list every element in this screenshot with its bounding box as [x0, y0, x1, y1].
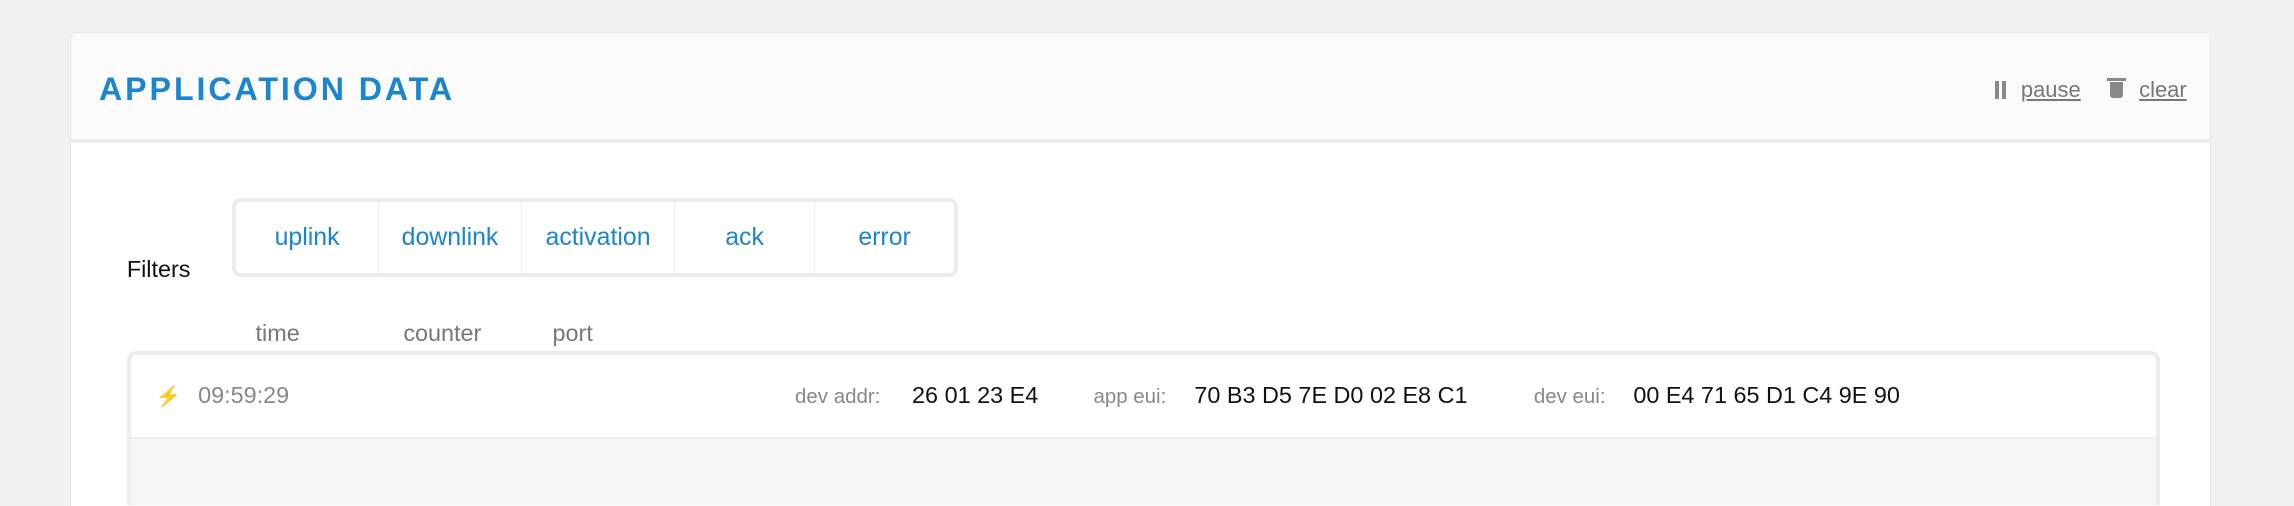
dev-addr-value: 26 01 23 E4 [912, 382, 1039, 409]
messages-list: ⚡ 09:59:29 dev addr: 26 01 23 E4 app eui… [126, 350, 2160, 506]
header-actions: pause clear [1995, 77, 2187, 103]
panel-header: APPLICATION DATA pause clear [71, 33, 2211, 143]
dev-eui-value: 00 E4 71 65 D1 C4 9E 90 [1633, 382, 1900, 409]
filters-label: Filters [126, 255, 191, 282]
message-time: 09:59:29 [198, 382, 290, 409]
column-header-time: time [255, 319, 300, 346]
filter-uplink[interactable]: uplink [236, 202, 380, 273]
filter-error[interactable]: error [815, 202, 954, 272]
column-header-counter: counter [403, 319, 482, 346]
panel-title: APPLICATION DATA [99, 71, 456, 108]
app-eui-value: 70 B3 D5 7E D0 02 E8 C1 [1194, 382, 1468, 409]
bolt-icon: ⚡ [155, 384, 182, 408]
pause-button[interactable]: pause [2021, 77, 2081, 103]
dev-eui-label: dev eui: [1533, 385, 1606, 409]
application-data-panel: APPLICATION DATA pause clear Filters upl… [70, 32, 2212, 506]
filter-activation[interactable]: activation [522, 202, 676, 273]
filter-group: uplink downlink activation ack error [232, 198, 959, 277]
filter-downlink[interactable]: downlink [379, 202, 522, 273]
page: APPLICATION DATA pause clear Filters upl… [0, 0, 2294, 506]
filter-ack[interactable]: ack [675, 202, 816, 273]
app-eui-label: app eui: [1093, 385, 1167, 409]
column-header-port: port [552, 319, 593, 346]
clear-button[interactable]: clear [2139, 77, 2187, 103]
dev-addr-label: dev addr: [795, 385, 881, 409]
message-row[interactable]: ⚡ 09:59:29 dev addr: 26 01 23 E4 app eui… [130, 354, 2156, 439]
pause-icon[interactable] [1995, 81, 2007, 99]
trash-icon[interactable] [2106, 77, 2126, 99]
